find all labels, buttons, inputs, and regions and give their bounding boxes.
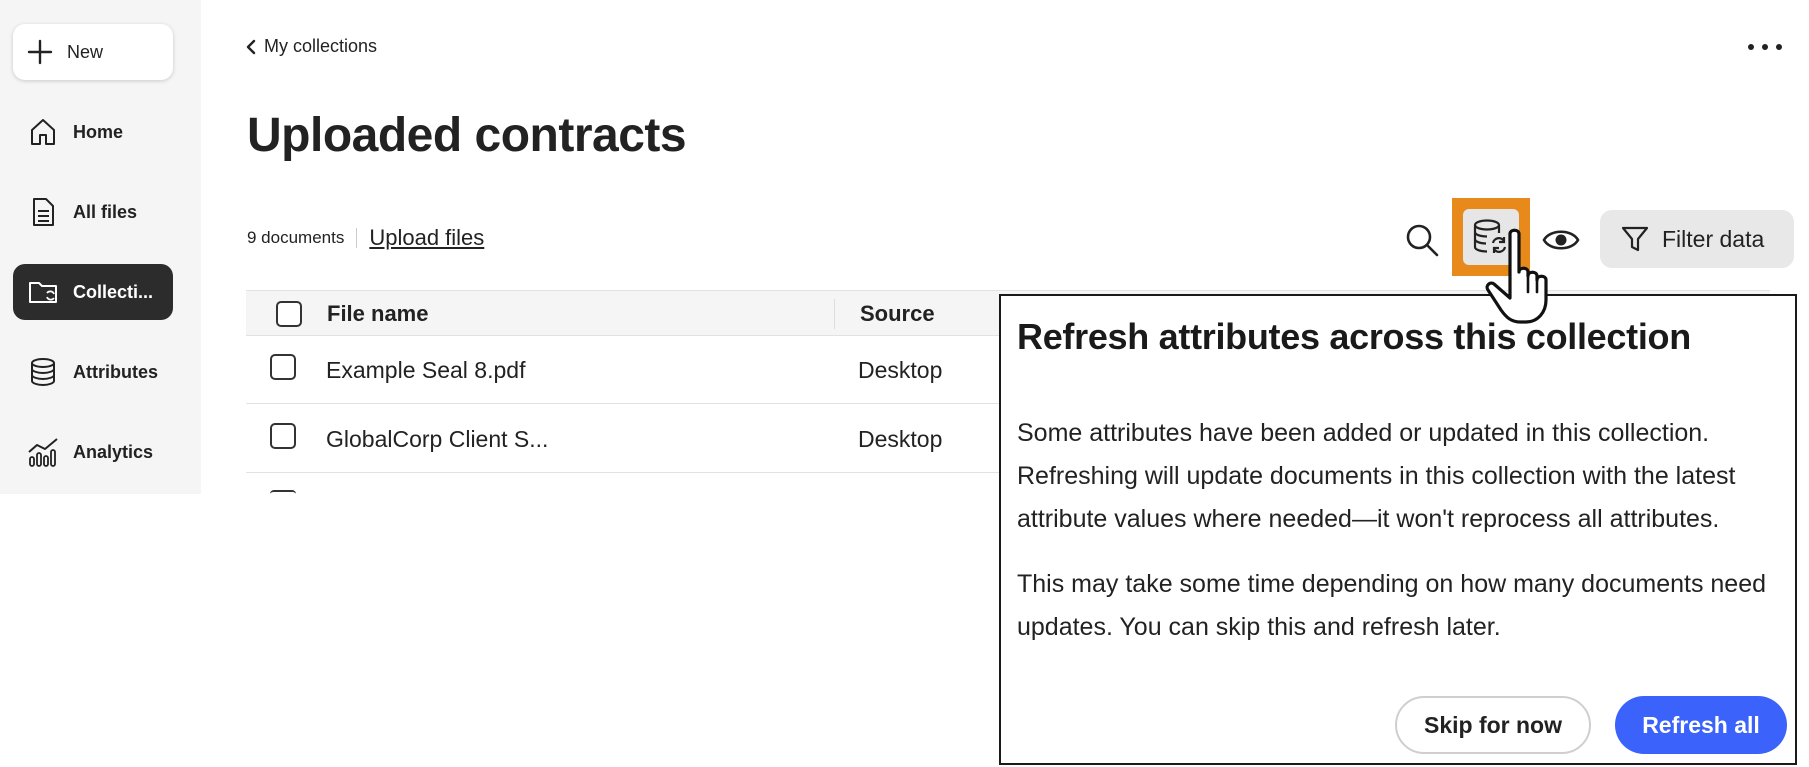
- hand-pointer-cursor-icon: [1485, 228, 1548, 324]
- file-icon: [33, 198, 54, 226]
- sidebar: New Home All files Collecti... Attribute…: [0, 0, 201, 494]
- column-header-file-name[interactable]: File name: [327, 291, 428, 337]
- sidebar-item-label: All files: [73, 201, 138, 222]
- column-header-source[interactable]: Source: [860, 291, 935, 337]
- coachmark-note: This may take some time depending on how…: [1017, 570, 1767, 641]
- sidebar-item-label: Home: [73, 121, 124, 142]
- more-dot-icon: [1748, 44, 1754, 50]
- column-divider[interactable]: [834, 299, 835, 329]
- row-checkbox[interactable]: [270, 423, 296, 449]
- sidebar-item-analytics[interactable]: Analytics: [13, 424, 173, 480]
- more-options-button[interactable]: [1748, 36, 1782, 58]
- folder-sync-icon: [29, 282, 57, 303]
- refresh-all-button[interactable]: Refresh all: [1615, 696, 1787, 754]
- page-title: Uploaded contracts: [247, 109, 687, 162]
- analytics-icon: [28, 438, 58, 467]
- select-all-checkbox-cell: [276, 291, 302, 337]
- coachmark-title: Refresh attributes across this collectio…: [1017, 316, 1691, 357]
- file-name-cell[interactable]: GlobalCorp Client S...: [326, 405, 548, 473]
- filter-data-label: Filter data: [1662, 225, 1765, 252]
- filter-data-button[interactable]: Filter data: [1600, 210, 1794, 268]
- row-checkbox-partial[interactable]: [270, 490, 296, 494]
- sidebar-item-all-files[interactable]: All files: [13, 184, 173, 240]
- home-icon: [31, 119, 55, 145]
- search-icon: [1406, 224, 1439, 257]
- search-button[interactable]: [1400, 218, 1444, 262]
- select-all-checkbox[interactable]: [276, 301, 302, 327]
- sidebar-item-label: Attributes: [73, 361, 158, 382]
- table-row[interactable]: Example Seal 8.pdf Desktop: [246, 336, 1006, 404]
- coachmark-description: Some attributes have been added or updat…: [1017, 419, 1736, 533]
- database-icon: [31, 358, 55, 387]
- sidebar-item-attributes[interactable]: Attributes: [13, 344, 173, 400]
- sidebar-item-home[interactable]: Home: [13, 104, 173, 160]
- back-to-collections-link[interactable]: My collections: [246, 36, 377, 57]
- back-link-label: My collections: [264, 36, 378, 56]
- refresh-attributes-coachmark: Refresh attributes across this collectio…: [999, 294, 1797, 765]
- new-button-label: New: [67, 41, 104, 62]
- sidebar-item-label: Analytics: [73, 441, 154, 462]
- file-name-cell[interactable]: Example Seal 8.pdf: [326, 336, 525, 404]
- toolbar-left: 9 documents Upload files: [247, 224, 484, 252]
- more-dot-icon: [1776, 44, 1782, 50]
- upload-files-link[interactable]: Upload files: [357, 225, 484, 251]
- source-cell: Desktop: [858, 356, 943, 383]
- new-button[interactable]: New: [13, 24, 173, 80]
- table-row[interactable]: GlobalCorp Client S... Desktop: [246, 405, 1006, 473]
- sidebar-item-label: Collecti...: [73, 281, 154, 302]
- funnel-icon: [1621, 226, 1649, 252]
- row-checkbox[interactable]: [270, 354, 296, 380]
- chevron-left-icon: [246, 39, 256, 54]
- sidebar-item-collections[interactable]: Collecti...: [13, 264, 173, 320]
- plus-icon: [27, 39, 53, 65]
- document-count: 9 documents: [247, 228, 358, 248]
- skip-for-now-button[interactable]: Skip for now: [1395, 696, 1591, 754]
- source-cell: Desktop: [858, 425, 943, 452]
- more-dot-icon: [1762, 44, 1768, 50]
